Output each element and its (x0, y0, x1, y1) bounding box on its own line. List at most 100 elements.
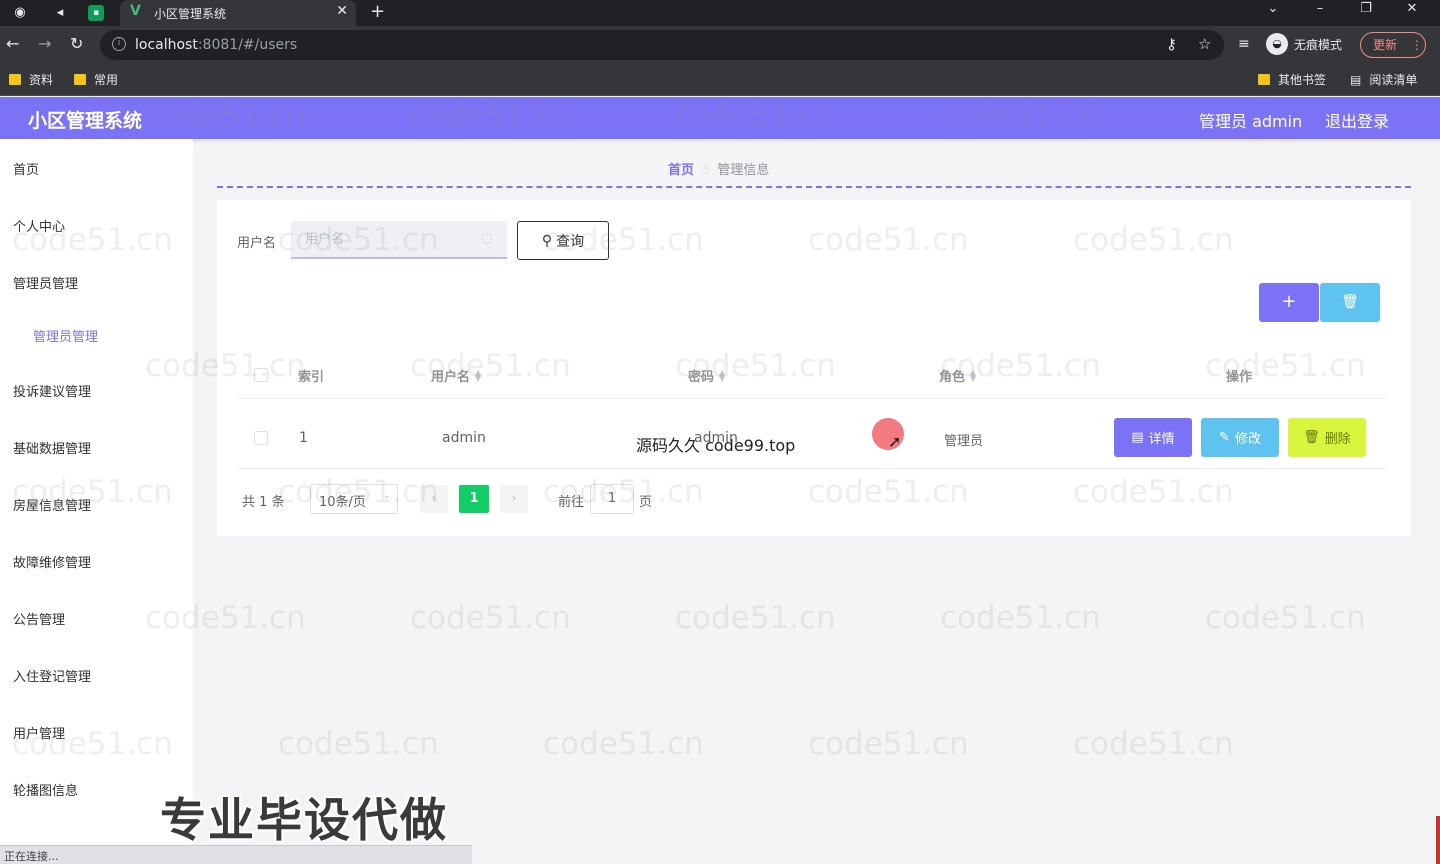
folder-icon (9, 74, 21, 85)
row-divider (237, 468, 1387, 469)
watermark: code51.cn (1205, 600, 1366, 636)
mute-icon[interactable]: ◂ (50, 3, 70, 23)
edge-decoration (1436, 816, 1440, 864)
page-size-select[interactable]: 10条/页 ⌄ (310, 484, 398, 514)
sidebar-item-housing[interactable]: 房屋信息管理 (13, 495, 91, 514)
username-search-input[interactable] (291, 221, 507, 259)
folder-icon (74, 74, 86, 85)
restore-icon[interactable]: ❐ (1351, 0, 1381, 20)
pencil-icon: ✎ (1219, 430, 1230, 445)
goto-label: 前往 (558, 495, 585, 510)
trash-icon: 🗑 (1341, 294, 1359, 310)
browser-icon[interactable]: ◉ (10, 3, 30, 23)
trash-icon: 🗑 (1303, 430, 1320, 445)
profile-label: 无痕模式 (1294, 37, 1343, 52)
bookmark-folder-changyong[interactable]: 常用 (74, 71, 118, 88)
delete-button[interactable]: 🗑 删除 (1288, 418, 1366, 457)
delete-button-label: 删除 (1324, 432, 1351, 447)
query-button-label: 查询 (556, 233, 585, 250)
add-button[interactable]: + (1259, 283, 1319, 322)
cell-index: 1 (299, 430, 308, 446)
incognito-icon: ◒ (1266, 33, 1288, 55)
page-number-button[interactable]: 1 (459, 485, 489, 513)
forward-icon[interactable]: → (38, 34, 51, 54)
col-header-index: 索引 (298, 370, 325, 385)
sort-icon[interactable]: ▲ ▼ (719, 368, 725, 382)
address-bar[interactable]: i localhost:8081/#/users ⚷ ☆ (100, 30, 1224, 60)
breadcrumb-current: 管理信息 (717, 163, 770, 178)
logout-link[interactable]: 退出登录 (1325, 108, 1389, 132)
goto-page-input[interactable]: 1 (590, 484, 634, 514)
detail-button-label: 详情 (1148, 432, 1175, 447)
plus-icon: + (1281, 291, 1297, 312)
goto-suffix: 页 (639, 495, 653, 510)
tab-title: 小区管理系统 (154, 7, 227, 21)
key-icon[interactable]: ⚷ (1166, 35, 1177, 53)
mouse-cursor-icon: ➚ (888, 432, 902, 451)
star-icon[interactable]: ☆ (1198, 35, 1211, 53)
sidebar-item-basic-data[interactable]: 基础数据管理 (13, 438, 91, 457)
sidebar-item-admin-group[interactable]: 管理员管理 (13, 273, 78, 292)
edit-button[interactable]: ✎ 修改 (1201, 418, 1279, 457)
bookmark-folder-other[interactable]: 其他书签 (1258, 71, 1326, 88)
minimize-icon[interactable]: – (1305, 0, 1335, 20)
sidebar-item-admin-manage[interactable]: 管理员管理 (33, 326, 98, 345)
window-close-icon[interactable]: ✕ (1397, 0, 1427, 20)
breadcrumb: 首页 ☝ 管理信息 (668, 159, 770, 179)
admin-label: 管理员 admin (1199, 112, 1303, 131)
watermark: code51.cn (543, 726, 704, 762)
update-button[interactable]: 更新 ⋮ (1360, 32, 1426, 58)
header-divider (237, 398, 1387, 399)
sidebar-item-profile[interactable]: 个人中心 (13, 216, 65, 235)
site-info-icon[interactable]: i (112, 37, 126, 51)
next-page-button[interactable]: › (500, 485, 528, 513)
select-all-checkbox[interactable] (254, 368, 268, 382)
sidebar-item-repairs[interactable]: 故障维修管理 (13, 552, 91, 571)
batch-delete-button[interactable]: 🗑 (1320, 283, 1380, 322)
col-header-actions: 操作 (1226, 370, 1253, 385)
watermark: code51.cn (675, 600, 836, 636)
row-checkbox[interactable] (254, 431, 268, 445)
app-tab-icon[interactable]: ▪ (88, 5, 104, 21)
promo-banner: 专业毕设代做 (160, 793, 448, 847)
bookmark-folder-ziliao[interactable]: 资料 (9, 71, 53, 88)
col-header-username[interactable]: 用户名 ▲ ▼ (431, 366, 481, 385)
sidebar-item-checkin[interactable]: 入住登记管理 (13, 666, 91, 685)
sidebar-item-complaints[interactable]: 投诉建议管理 (13, 381, 91, 400)
browser-tab-active[interactable]: V 小区管理系统 ✕ (120, 0, 356, 26)
reload-icon[interactable]: ↻ (70, 34, 83, 54)
page-size-value: 10条/页 (319, 495, 366, 510)
search-clear-icon: ◌ (481, 231, 493, 246)
tab-search-icon[interactable]: ⌄ (1258, 0, 1288, 20)
breadcrumb-home[interactable]: 首页 (668, 159, 694, 178)
url-text[interactable]: localhost:8081/#/users (135, 37, 297, 53)
detail-button[interactable]: ▤ 详情 (1114, 418, 1192, 457)
sidebar-item-users[interactable]: 用户管理 (13, 723, 65, 742)
query-button[interactable]: ⚲ 查询 (517, 221, 609, 260)
reading-list-icon[interactable]: ≡ (1238, 34, 1250, 54)
col-header-role[interactable]: 角色 ▲ ▼ (939, 366, 976, 385)
tab-close-icon[interactable]: ✕ (336, 3, 348, 19)
incognito-profile[interactable]: ◒ 无痕模式 (1266, 31, 1342, 57)
sidebar-item-carousel[interactable]: 轮播图信息 (13, 780, 78, 799)
search-label: 用户名 (237, 236, 277, 251)
reading-list-button[interactable]: ▤ 阅读清单 (1350, 71, 1417, 88)
bookmarks-bar: 资料 常用 其他书签 ▤ 阅读清单 (0, 64, 1440, 96)
col-header-password[interactable]: 密码 ▲ ▼ (688, 366, 725, 385)
search-icon: ⚲ (541, 232, 553, 249)
sidebar-item-notices[interactable]: 公告管理 (13, 609, 65, 628)
hand-icon: ☝ (702, 161, 710, 176)
back-icon[interactable]: ← (6, 34, 19, 54)
prev-page-button[interactable]: ‹ (420, 485, 448, 513)
source-watermark-text: 源码久久 code99.top (636, 436, 796, 455)
watermark: code51.cn (940, 600, 1101, 636)
app-header: 小区管理系统 管理员 admin 退出登录 (0, 97, 1440, 139)
document-icon: ▤ (1131, 430, 1144, 445)
new-tab-icon[interactable]: + (370, 1, 385, 22)
watermark: code51.cn (410, 600, 571, 636)
browser-nav-bar: ← → ↻ i localhost:8081/#/users ⚷ ☆ ≡ ◒ 无… (0, 26, 1440, 64)
sort-icon[interactable]: ▲ ▼ (970, 368, 976, 382)
sidebar-item-home[interactable]: 首页 (13, 159, 39, 178)
sort-icon[interactable]: ▲ ▼ (475, 368, 481, 382)
browser-tab-bar: ◉ ◂ ▪ V 小区管理系统 ✕ + ⌄ – ❐ ✕ (0, 0, 1440, 26)
